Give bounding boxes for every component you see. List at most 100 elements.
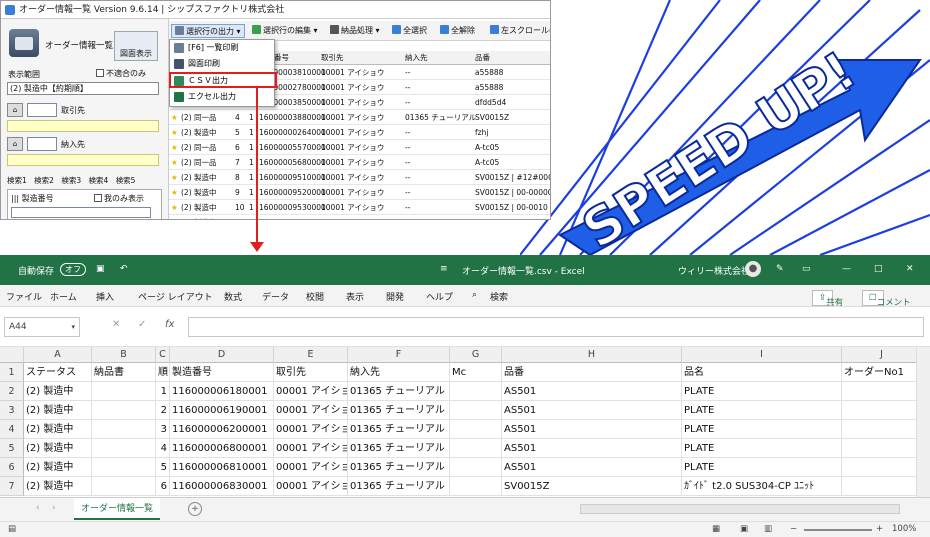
row-header[interactable]: 6: [0, 458, 24, 477]
sheet-cell[interactable]: 116000006200001: [170, 420, 274, 439]
add-sheet-icon[interactable]: +: [188, 502, 202, 516]
sheet-cell[interactable]: 01365 チューリアル: [348, 401, 450, 420]
row-header[interactable]: 3: [0, 401, 24, 420]
zoom-out-icon[interactable]: −: [790, 524, 797, 534]
sheet-cell[interactable]: Mc: [450, 363, 502, 382]
sheet-cell[interactable]: [450, 477, 502, 496]
minimize-icon[interactable]: —: [842, 264, 851, 274]
sheet-cell[interactable]: 01365 チューリアル: [348, 382, 450, 401]
sheet-cell[interactable]: AS501: [502, 420, 682, 439]
tab-review[interactable]: 校閲: [306, 290, 324, 303]
sheet-cell[interactable]: 納品書: [92, 363, 156, 382]
tab-formulas[interactable]: 数式: [224, 290, 242, 303]
sheet-cell[interactable]: 6: [156, 477, 170, 496]
torihikisaki-lookup-button[interactable]: ⌂: [7, 103, 23, 117]
sheet-cell[interactable]: 00001 アイショウ: [274, 401, 348, 420]
sheet-cell[interactable]: [842, 401, 922, 420]
sheet-cell[interactable]: [842, 439, 922, 458]
page-layout-view-icon[interactable]: ▣: [740, 524, 748, 534]
sheet-tab-orders[interactable]: オーダー情報一覧: [74, 498, 160, 520]
sheet-cell[interactable]: AS501: [502, 439, 682, 458]
seizo-input[interactable]: [11, 207, 151, 218]
macro-record-icon[interactable]: ▤: [8, 524, 16, 534]
sheet-cell[interactable]: PLATE: [682, 401, 842, 420]
cancel-icon[interactable]: ✕: [112, 319, 120, 330]
row-header[interactable]: 4: [0, 420, 24, 439]
nonconforming-checkbox[interactable]: 不適合のみ: [96, 68, 146, 79]
save-icon[interactable]: ▣: [96, 264, 105, 274]
sheet-cell[interactable]: (2) 製造中: [24, 477, 92, 496]
sheet-cell[interactable]: 5: [156, 458, 170, 477]
tab-insert[interactable]: 挿入: [96, 290, 114, 303]
sheet-cell[interactable]: [92, 420, 156, 439]
sheet-cell[interactable]: 116000006810001: [170, 458, 274, 477]
zoom-level[interactable]: 100%: [892, 524, 916, 534]
sheet-cell[interactable]: [92, 382, 156, 401]
sheet-cell[interactable]: 00001 アイショウ: [274, 420, 348, 439]
grid-row[interactable]: ★ (2) 製造中 9 1 16000009520001 00001 アイショウ -- SV0…: [169, 186, 550, 200]
sheet-cell[interactable]: 3: [156, 420, 170, 439]
tab-view[interactable]: 表示: [346, 290, 364, 303]
grid-row[interactable]: ★ (2) 同一品 4 1 16000003880001 00001 アイショウ 01365…: [169, 111, 550, 125]
sheet-cell[interactable]: (2) 製造中: [24, 382, 92, 401]
vertical-scrollbar[interactable]: [916, 347, 930, 497]
range-select[interactable]: (2) 製造中【約期順】: [7, 82, 159, 95]
menu-item-print-drawing[interactable]: 図面印刷: [170, 57, 274, 71]
deselect-all-button[interactable]: 全解除: [437, 24, 478, 38]
sheet-cell[interactable]: [92, 401, 156, 420]
grid-row[interactable]: ★ (2) 同一品 6 1 16000005570001 00001 アイショウ -- A-t…: [169, 141, 550, 155]
sheet-cell[interactable]: 116000006190001: [170, 401, 274, 420]
column-header[interactable]: G: [450, 347, 502, 363]
sheet-cell[interactable]: PLATE: [682, 439, 842, 458]
sheet-cell[interactable]: 116000006830001: [170, 477, 274, 496]
sheet-cell[interactable]: PLATE: [682, 382, 842, 401]
sheet-cell[interactable]: [450, 458, 502, 477]
edit-selected-button[interactable]: 選択行の編集 ▾: [249, 24, 321, 38]
grid-row[interactable]: ★ (2) 製造中 5 1 16000000264001 00001 アイショウ -- fzh…: [169, 126, 550, 140]
sheet-cell[interactable]: 00001 アイショウ: [274, 477, 348, 496]
sheet-cell[interactable]: PLATE: [682, 420, 842, 439]
column-header[interactable]: F: [348, 347, 450, 363]
sheet-cell[interactable]: [842, 420, 922, 439]
sheet-cell[interactable]: 4: [156, 439, 170, 458]
sheet-cell[interactable]: 1: [156, 382, 170, 401]
sheet-cell[interactable]: [450, 382, 502, 401]
select-all-button[interactable]: 全選択: [389, 24, 430, 38]
normal-view-icon[interactable]: ▦: [712, 524, 720, 534]
tab-help[interactable]: ヘルプ: [426, 290, 453, 303]
sheet-cell[interactable]: オーダーNo1: [842, 363, 922, 382]
avatar[interactable]: ●: [745, 261, 761, 277]
row-header[interactable]: 1: [0, 363, 24, 382]
row-header[interactable]: 2: [0, 382, 24, 401]
share-button[interactable]: ⇪ 共有: [812, 290, 843, 308]
enter-icon[interactable]: ✓: [138, 319, 146, 330]
menu-item-print-list[interactable]: [F6] 一覧印刷: [170, 41, 274, 55]
checkbox-icon[interactable]: [96, 69, 104, 77]
sheet-cell[interactable]: [842, 477, 922, 496]
sheet-cell[interactable]: (2) 製造中: [24, 401, 92, 420]
horizontal-scrollbar[interactable]: [580, 504, 900, 514]
sheet-cell[interactable]: (2) 製造中: [24, 420, 92, 439]
zoom-in-icon[interactable]: +: [876, 524, 883, 534]
sheet-cell[interactable]: AS501: [502, 382, 682, 401]
sheet-cell[interactable]: PLATE: [682, 458, 842, 477]
sheet-cell[interactable]: [92, 458, 156, 477]
sheet-cell[interactable]: 2: [156, 401, 170, 420]
formula-input[interactable]: [188, 317, 924, 337]
sheet-cell[interactable]: 順: [156, 363, 170, 382]
tab-scroll-left-icon[interactable]: ‹: [36, 503, 40, 513]
tab-home[interactable]: ホーム: [50, 290, 77, 303]
sheet-cell[interactable]: 116000006180001: [170, 382, 274, 401]
column-header[interactable]: C: [156, 347, 170, 363]
sheet-cell[interactable]: 01365 チューリアル: [348, 477, 450, 496]
select-all-corner[interactable]: [0, 347, 24, 363]
sheet-cell[interactable]: [450, 401, 502, 420]
menu-item-excel-export[interactable]: エクセル出力: [170, 90, 274, 104]
nyukasaki-lookup-button[interactable]: ⌂: [7, 137, 23, 151]
tab-data[interactable]: データ: [262, 290, 289, 303]
close-icon[interactable]: ✕: [906, 264, 914, 274]
sheet-cell[interactable]: 01365 チューリアル: [348, 458, 450, 477]
tab-search-4[interactable]: 検索4: [89, 176, 109, 185]
sheet-cell[interactable]: [92, 477, 156, 496]
row-header[interactable]: 7: [0, 477, 24, 496]
